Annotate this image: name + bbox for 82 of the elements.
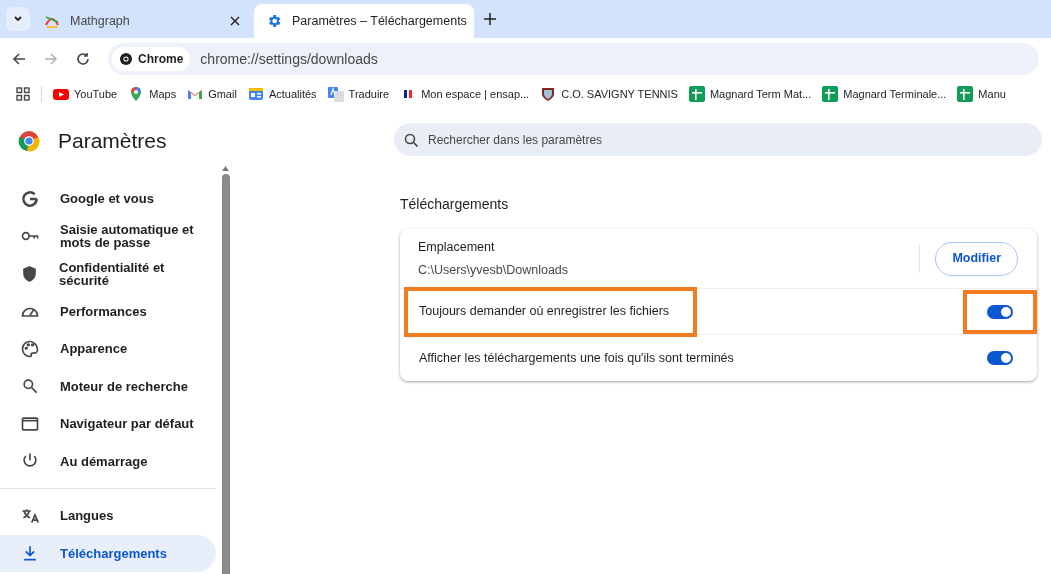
chrome-logo-icon [119, 52, 133, 66]
bookmark-label: Mon espace | ensap... [421, 86, 530, 102]
sidebar-label: Performances [60, 304, 147, 318]
gear-icon [266, 13, 282, 29]
back-arrow-icon[interactable] [12, 52, 26, 66]
bookmark[interactable]: Gmail [187, 85, 237, 103]
reload-icon[interactable] [76, 52, 90, 66]
bookmark-label: YouTube [74, 86, 118, 102]
close-icon[interactable] [230, 16, 240, 26]
sidebar-item[interactable]: Téléchargements [0, 534, 216, 572]
sidebar-label: Google et vous [60, 192, 154, 206]
sidebar-item[interactable]: Saisie automatique et mots de passe [0, 217, 216, 255]
setting-label: Afficher les téléchargements une fois qu'ils sont terminés [419, 349, 734, 367]
spreadsheet-icon [688, 86, 705, 102]
spreadsheet-icon [957, 86, 974, 102]
bookmark[interactable]: Mon espace | ensap... [400, 85, 530, 103]
download-path: C:\Users\yvesb\Downloads [418, 261, 570, 279]
bookmark[interactable]: Manu [957, 85, 1006, 103]
bookmark-label: Gmail [208, 86, 237, 102]
sidebar-item[interactable]: Apparence [0, 330, 216, 368]
browser-tab[interactable]: Mathgraph [32, 4, 252, 38]
bookmark[interactable]: YouTube [53, 85, 118, 103]
play-logo-icon [53, 86, 69, 102]
bookmark-label: Actualités [268, 86, 317, 102]
section-title: Téléchargements [400, 195, 510, 214]
bookmark[interactable]: Maps [128, 85, 177, 103]
tab-list-button[interactable] [6, 6, 30, 31]
sidebar-item[interactable]: Moteur de recherche [0, 367, 216, 405]
sidebar-item[interactable]: Au démarrage [0, 442, 216, 480]
sidebar-item[interactable]: Navigateur par défaut [0, 405, 216, 443]
bookmark-label: Magnard Terminale... [843, 86, 947, 102]
apps-grid-icon[interactable] [16, 87, 30, 101]
chrome-logo-icon [18, 130, 40, 152]
scrollbar[interactable] [221, 164, 230, 574]
bookmark[interactable]: C.O. SAVIGNY TENNIS [540, 85, 678, 103]
newspaper-icon [247, 86, 264, 102]
sidebar-item[interactable]: Performances [0, 292, 216, 330]
shield-icon [20, 263, 39, 284]
shield-crest-icon [540, 86, 557, 102]
scroll-up-icon[interactable] [221, 164, 230, 172]
setting-label: Toujours demander où enregistrer les fichiers [419, 303, 670, 321]
site-chip[interactable]: Chrome [112, 47, 191, 71]
sidebar-item[interactable]: Google et vous [0, 180, 216, 218]
translate-logo-icon [327, 86, 344, 102]
url-text: chrome://settings/downloads [200, 49, 378, 69]
search-icon [404, 132, 418, 147]
bookmark-label: Traduire [348, 86, 390, 102]
bookmark-label: Manu [978, 86, 1006, 102]
settings-title: Paramètres [58, 128, 167, 155]
graph-logo-icon [44, 13, 60, 29]
tab-title: Paramètres – Téléchargements [292, 12, 467, 30]
bookmark-label: C.O. SAVIGNY TENNIS [561, 86, 678, 102]
bookmark[interactable]: Traduire [327, 85, 390, 103]
sidebar-label: Au démarrage [60, 454, 148, 468]
sidebar-label: Confidentialité et sécurité [59, 260, 166, 287]
bookmark-label: Magnard Term Mat... [709, 86, 812, 102]
sidebar-item[interactable]: Langues [0, 497, 216, 535]
address-bar[interactable]: Chrome chrome://settings/downloads [108, 43, 1039, 75]
caret-icon [13, 13, 23, 24]
bookmark-label: Maps [149, 86, 177, 102]
search-input[interactable]: Rechercher dans les paramètres [428, 130, 1032, 149]
new-tab-icon[interactable] [484, 13, 496, 25]
sidebar-item[interactable]: Confidentialité et sécurité [0, 255, 216, 293]
sidebar-label: Langues [60, 509, 114, 523]
google-g-icon [20, 188, 40, 209]
toggle-switch[interactable] [987, 351, 1013, 365]
spreadsheet-icon [822, 86, 839, 102]
bookmark[interactable]: Actualités [247, 85, 317, 103]
palette-icon [20, 338, 40, 359]
sidebar-label: Moteur de recherche [60, 379, 188, 393]
bookmark[interactable]: Magnard Terminale... [822, 85, 947, 103]
toggle-switch[interactable] [987, 304, 1013, 319]
bookmark[interactable]: Magnard Term Mat... [688, 85, 812, 103]
search-field[interactable]: Rechercher dans les paramètres [394, 123, 1042, 156]
setting-label: Emplacement [418, 238, 496, 256]
browser-tab[interactable]: Paramètres – Téléchargements [254, 4, 474, 38]
sidebar-label: Saisie automatique et mots de passe [60, 223, 194, 250]
sidebar-label: Navigateur par défaut [60, 417, 194, 431]
chip-label: Chrome [138, 51, 184, 68]
tab-title: Mathgraph [70, 12, 131, 30]
sidebar-label: Apparence [60, 342, 128, 356]
sidebar-label: Téléchargements [60, 546, 167, 560]
